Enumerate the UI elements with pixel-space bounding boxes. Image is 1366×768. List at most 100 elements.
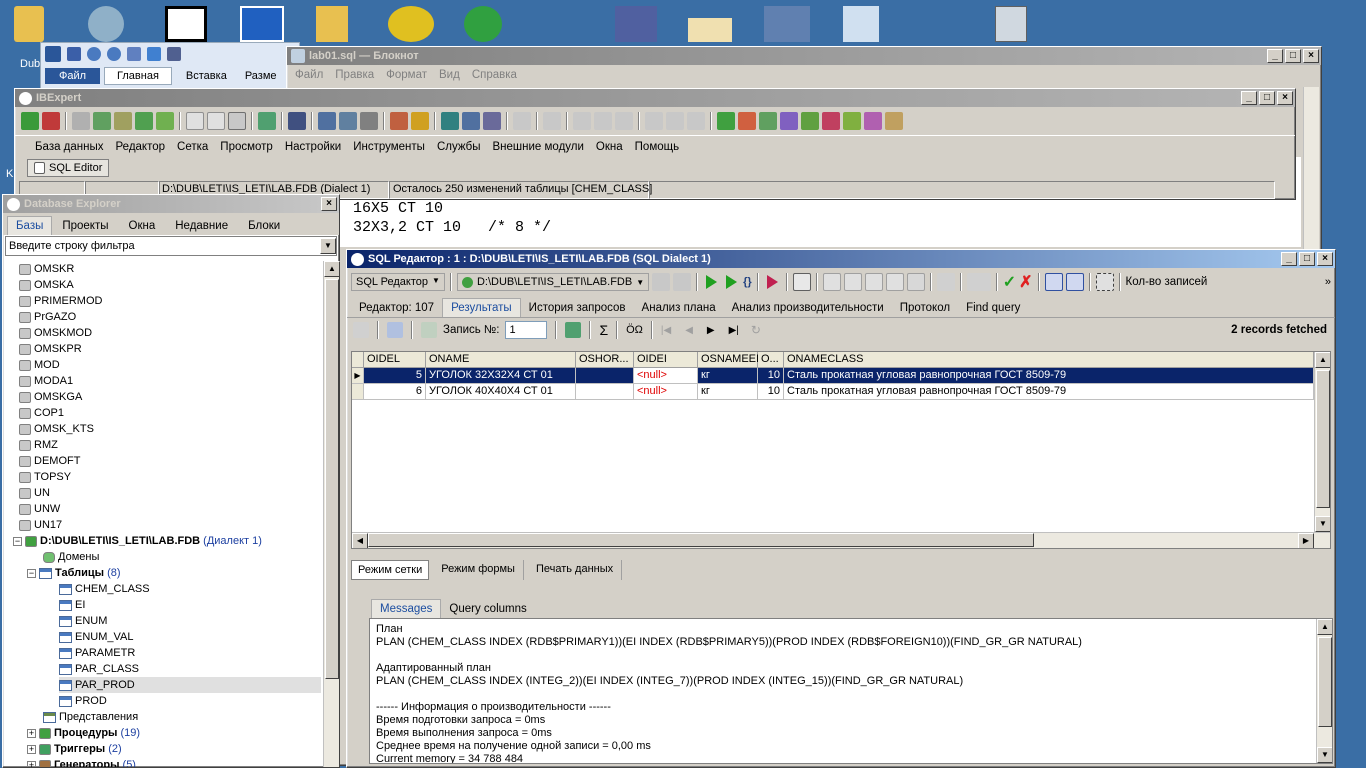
tab-windows[interactable]: Окна <box>119 217 166 235</box>
document-icon[interactable] <box>843 273 862 291</box>
cell[interactable] <box>576 368 634 384</box>
tree-database[interactable]: OMSKR <box>19 261 321 277</box>
tree-active-db[interactable]: − D:\DUB\LETI\IS_LETI\LAB.FDB (Диалект 1… <box>13 533 321 549</box>
disabled-icon[interactable] <box>673 273 692 291</box>
debug-icon[interactable] <box>766 275 778 289</box>
grid-icon[interactable] <box>1044 273 1063 291</box>
messages-scrollbar[interactable]: ▲ ▼ <box>1316 619 1332 763</box>
chevron-right-icon[interactable]: » <box>1325 276 1331 288</box>
cell[interactable]: кг <box>698 384 758 400</box>
cell[interactable]: УГОЛОК 32Х32Х4 СТ 01 <box>426 368 576 384</box>
maximize-button[interactable]: □ <box>1285 49 1301 63</box>
computer-icon[interactable] <box>764 6 810 42</box>
list-icon[interactable] <box>167 47 181 61</box>
new-field-icon[interactable] <box>738 112 756 130</box>
notepad-menu-file[interactable]: Файл <box>289 69 329 81</box>
7zip-icon[interactable] <box>165 6 207 42</box>
tab-query-columns[interactable]: Query columns <box>441 600 534 618</box>
tree-table[interactable]: PAR_CLASS <box>59 661 321 677</box>
document-icon[interactable] <box>822 273 841 291</box>
spelling-icon[interactable] <box>147 47 161 61</box>
scroll-up-icon[interactable]: ▲ <box>1317 619 1332 635</box>
tree-database[interactable]: UNW <box>19 501 321 517</box>
menu-services[interactable]: Службы <box>431 141 487 153</box>
scroll-left-icon[interactable]: ◀ <box>352 533 368 548</box>
word-tab-file[interactable]: Файл <box>45 68 101 84</box>
save-icon[interactable] <box>966 273 991 291</box>
disabled-icon[interactable] <box>513 112 531 130</box>
tree-table[interactable]: PARAMETR <box>59 645 321 661</box>
format-icon[interactable]: {} <box>743 276 752 288</box>
run-step-icon[interactable] <box>726 275 738 289</box>
undo-icon[interactable] <box>87 47 101 61</box>
tree-database[interactable]: MOD <box>19 357 321 373</box>
tree-database[interactable]: MODA1 <box>19 373 321 389</box>
cell[interactable]: 5 <box>364 368 426 384</box>
cell[interactable]: 6 <box>364 384 426 400</box>
tab-print-data[interactable]: Печать данных <box>528 560 623 580</box>
tree-database[interactable]: PRIMERMOD <box>19 293 321 309</box>
rows-count-label[interactable]: Кол-во записей <box>1126 276 1208 288</box>
help-icon[interactable] <box>652 273 671 291</box>
refresh-icon[interactable] <box>258 112 276 130</box>
font-icon[interactable] <box>127 47 141 61</box>
column-header[interactable]: OSHOR... <box>576 352 634 368</box>
disabled-icon[interactable] <box>687 112 705 130</box>
scroll-thumb[interactable] <box>368 533 1034 547</box>
register-db-icon[interactable] <box>21 112 39 130</box>
disabled-icon[interactable] <box>543 112 561 130</box>
cell[interactable]: 10 <box>758 384 784 400</box>
tab-form-mode[interactable]: Режим формы <box>433 560 524 580</box>
mail-icon[interactable] <box>688 18 732 42</box>
rollback-icon[interactable]: ✗ <box>1019 272 1032 292</box>
tab-projects[interactable]: Проекты <box>52 217 118 235</box>
charset-icon[interactable]: ÖΩ <box>626 324 643 336</box>
menu-windows[interactable]: Окна <box>590 141 629 153</box>
user-icon[interactable] <box>390 112 408 130</box>
notepad-menu-format[interactable]: Формат <box>380 69 433 81</box>
menu-plugins[interactable]: Внешние модули <box>487 141 590 153</box>
calculator-icon[interactable] <box>995 6 1027 42</box>
minimize-button[interactable]: _ <box>1281 252 1297 266</box>
check-icon[interactable] <box>843 112 861 130</box>
scroll-down-icon[interactable]: ▼ <box>1315 516 1330 532</box>
cell[interactable] <box>576 384 634 400</box>
tree-procedures[interactable]: + Процедуры (19) <box>27 725 321 741</box>
folder-icon[interactable] <box>316 6 348 42</box>
close-button[interactable]: × <box>1303 49 1319 63</box>
menu-view[interactable]: Просмотр <box>214 141 279 153</box>
cell[interactable]: кг <box>698 368 758 384</box>
paste-icon[interactable] <box>615 112 633 130</box>
scroll-thumb[interactable] <box>1316 370 1330 508</box>
tree-table[interactable]: PROD <box>59 693 321 709</box>
menu-database[interactable]: База данных <box>29 141 110 153</box>
new-field-icon[interactable] <box>822 112 840 130</box>
word-tab-insert[interactable]: Вставка <box>176 68 237 84</box>
tab-recent[interactable]: Недавние <box>165 217 238 235</box>
column-header[interactable]: ONAME <box>426 352 576 368</box>
connect-icon[interactable] <box>72 112 90 130</box>
tab-log[interactable]: Протокол <box>892 299 958 317</box>
print-icon[interactable] <box>360 112 378 130</box>
disabled-icon[interactable] <box>936 273 955 291</box>
word-tab-home[interactable]: Главная <box>104 67 172 85</box>
close-button[interactable]: × <box>321 197 337 211</box>
filter-input[interactable]: Введите строку фильтра <box>6 240 320 252</box>
menu-grid[interactable]: Сетка <box>171 141 214 153</box>
tab-history[interactable]: История запросов <box>521 299 634 317</box>
tab-results[interactable]: Результаты <box>442 298 521 317</box>
sql-editor-window-tab[interactable]: SQL Editor <box>27 159 110 177</box>
tool-icon[interactable] <box>339 112 357 130</box>
prev-record-icon[interactable]: ◀ <box>685 325 693 336</box>
tab-grid-mode[interactable]: Режим сетки <box>351 560 430 580</box>
tab-performance[interactable]: Анализ производительности <box>724 299 892 317</box>
tree-domains[interactable]: Домены <box>43 549 321 565</box>
notepad-menu-help[interactable]: Справка <box>466 69 523 81</box>
filter-add-icon[interactable] <box>421 322 437 338</box>
copy-icon[interactable] <box>594 112 612 130</box>
menu-options[interactable]: Настройки <box>279 141 347 153</box>
save-icon[interactable] <box>67 47 81 61</box>
document-icon[interactable] <box>207 112 225 130</box>
tree-database[interactable]: UN <box>19 485 321 501</box>
menu-editor[interactable]: Редактор <box>110 141 172 153</box>
